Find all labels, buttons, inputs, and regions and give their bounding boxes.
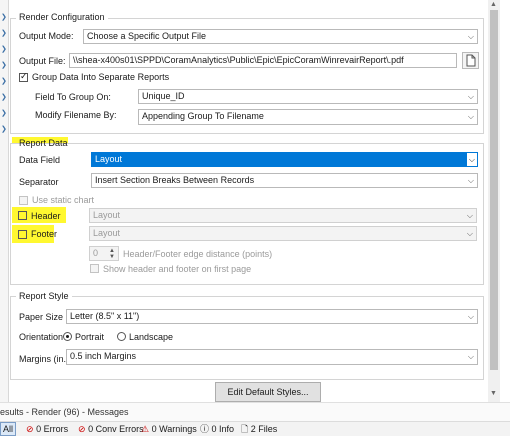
modify-filename-select[interactable]: Appending Group To Filename ⌵ [138,109,478,125]
use-static-chart-checkbox[interactable] [19,196,28,205]
chevron-right-icon[interactable]: ❯ [1,62,7,70]
show-header-footer-label: Show header and footer on first page [103,264,252,274]
scroll-up-icon[interactable]: ▲ [490,1,497,8]
output-mode-value: Choose a Specific Output File [87,31,207,41]
error-icon: ⊘ [26,424,34,434]
header-value: Layout [93,210,121,220]
filter-files-button[interactable]: 🗋 2 Files [241,422,277,436]
field-to-group-select[interactable]: Unique_ID ⌵ [138,89,478,104]
report-style-group: Report Style Paper Size Letter (8.5" x 1… [10,291,484,380]
output-mode-label: Output Mode: [19,31,74,41]
scrollbar-thumb[interactable] [490,10,498,370]
edit-default-styles-button[interactable]: Edit Default Styles... [215,382,321,402]
modify-filename-label: Modify Filename By: [35,110,117,120]
chevron-down-icon: ⌵ [467,312,474,321]
files-count: 2 Files [250,424,278,434]
output-file-label: Output File: [19,56,66,66]
chevron-down-icon: ⌵ [467,176,474,185]
paper-size-select[interactable]: Letter (8.5" x 11") ⌵ [66,309,478,324]
filter-conv-errors-button[interactable]: ⊘ 0 Conv Errors [78,422,144,436]
group-data-label: Group Data Into Separate Reports [32,72,170,82]
margins-label: Margins (in.) [19,354,70,364]
field-to-group-value: Unique_ID [142,91,185,101]
info-count: 0 Info [211,424,235,434]
report-data-legend: Report Data [19,138,68,148]
separator-select[interactable]: Insert Section Breaks Between Records ⌵ [91,173,478,188]
file-icon: 🗋 [241,424,249,434]
paper-size-label: Paper Size [19,312,64,322]
field-to-group-label: Field To Group On: [35,92,111,102]
filter-info-button[interactable]: ⓘ 0 Info [200,422,234,436]
footer-value: Layout [93,228,121,238]
filter-all-button[interactable]: All [0,422,17,436]
chevron-down-icon: ⌵ [467,32,474,41]
footer-label: Footer [31,229,58,239]
data-field-value: Layout [95,154,123,164]
chevron-down-icon: ⌵ [467,92,474,101]
results-filter-bar: All ⊘ 0 Errors ⊘ 0 Conv Errors ⚠ 0 Warni… [0,421,510,436]
edge-distance-spinner[interactable]: 0 ▲ ▼ [89,246,119,261]
results-tab-title[interactable]: esults - Render (96) - Messages [0,405,129,419]
chevron-right-icon[interactable]: ❯ [1,110,7,118]
group-data-checkbox[interactable] [19,71,28,82]
edge-distance-label: Header/Footer edge distance (points) [123,249,273,259]
chevron-down-icon: ⌵ [467,352,474,361]
show-header-footer-checkbox[interactable] [90,264,99,273]
portrait-label: Portrait [75,332,105,342]
margins-value: 0.5 inch Margins [70,351,137,361]
landscape-label: Landscape [129,332,174,342]
margins-select[interactable]: 0.5 inch Margins ⌵ [66,349,478,365]
error-icon: ⊘ [78,424,86,434]
browse-file-button[interactable] [462,52,479,69]
warnings-count: 0 Warnings [151,424,197,434]
vertical-scrollbar[interactable]: ▲ ▼ [488,0,500,402]
file-icon [466,54,476,67]
conv-errors-count: 0 Conv Errors [88,424,144,434]
chevron-right-icon[interactable]: ❯ [1,94,7,102]
data-field-label: Data Field [19,155,61,165]
left-panel-strip: ❯ ❯ ❯ ❯ ❯ ❯ ❯ ❯ [0,0,9,402]
spinner-arrows-icon: ▲ ▼ [109,248,115,260]
use-static-chart-label: Use static chart [32,195,95,205]
landscape-radio[interactable] [117,332,126,341]
render-configuration-group: Render Configuration Output Mode: Choose… [10,12,484,134]
data-field-select[interactable]: Layout ⌵ [91,152,478,167]
output-file-value: \\shea-x400s01\SPPD\CoramAnalytics\Publi… [73,55,404,65]
report-style-legend: Report Style [16,291,72,301]
chevron-down-icon: ⌵ [466,229,473,238]
results-tab-bar: esults - Render (96) - Messages [0,402,510,421]
chevron-right-icon[interactable]: ❯ [1,78,7,86]
orientation-label: Orientation [19,332,64,342]
footer-checkbox[interactable] [18,230,27,239]
chevron-down-icon: ⌵ [467,112,474,121]
chevron-right-icon[interactable]: ❯ [1,126,7,134]
chevron-right-icon[interactable]: ❯ [1,46,7,54]
header-checkbox[interactable] [18,211,27,220]
info-icon: ⓘ [200,424,210,434]
render-configuration-legend: Render Configuration [16,12,108,22]
output-mode-select[interactable]: Choose a Specific Output File ⌵ [83,29,478,44]
chevron-right-icon[interactable]: ❯ [1,14,7,22]
filter-errors-button[interactable]: ⊘ 0 Errors [26,422,68,436]
footer-select[interactable]: Layout ⌵ [89,226,477,241]
header-label: Header [31,211,61,221]
header-select[interactable]: Layout ⌵ [89,208,477,223]
modify-filename-value: Appending Group To Filename [142,111,264,121]
scroll-down-icon[interactable]: ▼ [490,390,497,397]
chevron-down-icon: ⌵ [466,211,473,220]
warning-icon: ⚠ [141,424,150,434]
chevron-right-icon[interactable]: ❯ [1,30,7,38]
output-file-input[interactable]: \\shea-x400s01\SPPD\CoramAnalytics\Publi… [69,53,457,68]
separator-label: Separator [19,177,59,187]
chevron-down-icon: ⌵ [466,153,477,166]
portrait-radio[interactable] [63,332,72,341]
errors-count: 0 Errors [36,424,69,434]
filter-warnings-button[interactable]: ⚠ 0 Warnings [141,422,197,436]
edge-distance-value: 0 [93,248,99,258]
separator-value: Insert Section Breaks Between Records [95,175,255,185]
paper-size-value: Letter (8.5" x 11") [70,311,140,321]
